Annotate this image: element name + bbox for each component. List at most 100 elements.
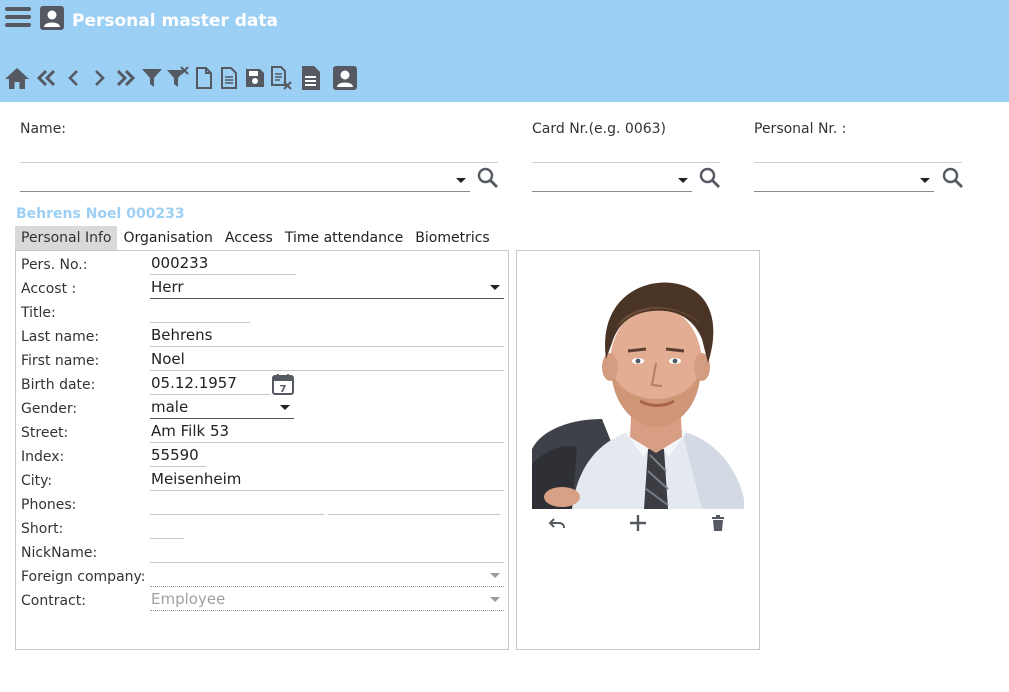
form-row-gender: Gender: male	[16, 396, 510, 420]
chevron-down-icon	[456, 178, 466, 183]
foreign-company-label: Foreign company:	[21, 569, 146, 585]
delete-document-icon[interactable]	[268, 64, 294, 92]
employee-photo	[532, 259, 744, 509]
hamburger-menu-icon[interactable]	[5, 7, 31, 29]
form-row-short: Short:	[16, 516, 510, 540]
last-name-field[interactable]: Behrens	[150, 326, 504, 347]
foreign-company-select[interactable]	[150, 566, 504, 587]
card-search-combo[interactable]	[532, 166, 692, 192]
app-header: Personal master data	[0, 0, 1009, 102]
title-label: Title:	[21, 305, 56, 321]
form-row-title: Title:	[16, 300, 510, 324]
form-row-nickname: NickName:	[16, 540, 510, 564]
tab-organisation[interactable]: Organisation	[117, 226, 218, 250]
street-label: Street:	[21, 425, 69, 441]
document-list-icon[interactable]	[216, 64, 242, 92]
new-document-icon[interactable]	[191, 64, 217, 92]
chevron-down-icon	[490, 285, 500, 290]
form-row-accost: Accost : Herr	[16, 276, 510, 300]
city-label: City:	[21, 473, 53, 489]
birth-date-field[interactable]: 05.12.1957	[150, 374, 270, 395]
search-icon[interactable]	[698, 166, 722, 190]
short-label: Short:	[21, 521, 64, 537]
accost-value: Herr	[151, 278, 184, 296]
name-search-underline	[20, 162, 498, 163]
persnr-search-label: Personal Nr. :	[754, 121, 847, 137]
form-row-foreign-company: Foreign company:	[16, 564, 510, 588]
chevron-down-icon	[490, 573, 500, 578]
person-card-icon	[40, 6, 64, 30]
phones-label: Phones:	[21, 497, 77, 513]
chevron-down-icon	[280, 405, 290, 410]
calendar-icon[interactable]: 7	[272, 373, 294, 395]
form-row-phones: Phones:	[16, 492, 510, 516]
accost-select[interactable]: Herr	[150, 278, 504, 299]
phone-field-1[interactable]	[150, 494, 324, 515]
short-field[interactable]	[150, 518, 184, 539]
add-icon[interactable]	[626, 513, 650, 533]
save-icon[interactable]	[242, 64, 268, 92]
birth-date-label: Birth date:	[21, 377, 96, 393]
form-row-city: City: Meisenheim	[16, 468, 510, 492]
phone-field-2[interactable]	[328, 494, 500, 515]
tab-time-attendance[interactable]: Time attendance	[279, 226, 409, 250]
last-record-icon[interactable]	[112, 64, 138, 92]
title-field[interactable]	[150, 302, 250, 323]
form-row-pers-no: Pers. No.: 000233	[16, 252, 510, 276]
search-icon[interactable]	[476, 166, 500, 190]
form-row-contract: Contract: Employee	[16, 588, 510, 612]
chevron-down-icon	[678, 178, 688, 183]
calendar-day-number: 7	[280, 384, 287, 395]
trash-icon[interactable]	[706, 513, 730, 533]
card-search-underline	[532, 162, 720, 163]
street-field[interactable]: Am Filk 53	[150, 422, 504, 443]
previous-record-icon[interactable]	[61, 64, 87, 92]
undo-icon[interactable]	[545, 513, 569, 533]
person-heading: Behrens Noel 000233	[16, 206, 185, 222]
first-name-field[interactable]: Noel	[150, 350, 504, 371]
gender-label: Gender:	[21, 401, 78, 417]
gender-select[interactable]: male	[150, 398, 294, 419]
person-card-icon[interactable]	[332, 64, 358, 92]
photo-panel	[516, 250, 760, 650]
home-icon[interactable]	[4, 64, 30, 92]
accost-label: Accost :	[21, 281, 77, 297]
persnr-search-combo[interactable]	[754, 166, 934, 192]
nickname-label: NickName:	[21, 545, 98, 561]
first-name-label: First name:	[21, 353, 100, 369]
tab-biometrics[interactable]: Biometrics	[409, 226, 495, 250]
card-search-label: Card Nr.(e.g. 0063)	[532, 121, 666, 137]
report-icon[interactable]	[298, 64, 324, 92]
persnr-search-underline	[754, 162, 962, 163]
nickname-field[interactable]	[150, 542, 504, 563]
city-field[interactable]: Meisenheim	[150, 470, 504, 491]
clear-filter-icon[interactable]	[165, 64, 191, 92]
tab-bar: Personal Info Organisation Access Time a…	[15, 226, 496, 250]
search-icon[interactable]	[941, 166, 965, 190]
index-label: Index:	[21, 449, 65, 465]
name-search-label: Name:	[20, 121, 67, 137]
form-row-last-name: Last name: Behrens	[16, 324, 510, 348]
pers-no-label: Pers. No.:	[21, 257, 88, 273]
index-field[interactable]: 55590	[150, 446, 206, 467]
pers-no-field[interactable]: 000233	[150, 254, 296, 275]
form-row-index: Index: 55590	[16, 444, 510, 468]
tab-personal-info[interactable]: Personal Info	[15, 226, 118, 250]
form-row-birth-date: Birth date: 05.12.1957 7	[16, 372, 510, 396]
form-row-street: Street: Am Filk 53	[16, 420, 510, 444]
name-search-combo[interactable]	[20, 166, 470, 192]
next-record-icon[interactable]	[86, 64, 112, 92]
last-name-label: Last name:	[21, 329, 100, 345]
form-row-first-name: First name: Noel	[16, 348, 510, 372]
page-title: Personal master data	[72, 11, 278, 31]
personal-info-form: Pers. No.: 000233 Accost : Herr Title: L…	[15, 250, 509, 650]
contract-select[interactable]: Employee	[150, 590, 504, 611]
contract-value: Employee	[151, 590, 226, 608]
chevron-down-icon	[490, 597, 500, 602]
gender-value: male	[151, 398, 189, 416]
tab-access[interactable]: Access	[219, 226, 279, 250]
chevron-down-icon	[920, 178, 930, 183]
filter-icon[interactable]	[139, 64, 165, 92]
first-record-icon[interactable]	[34, 64, 60, 92]
contract-label: Contract:	[21, 593, 86, 609]
